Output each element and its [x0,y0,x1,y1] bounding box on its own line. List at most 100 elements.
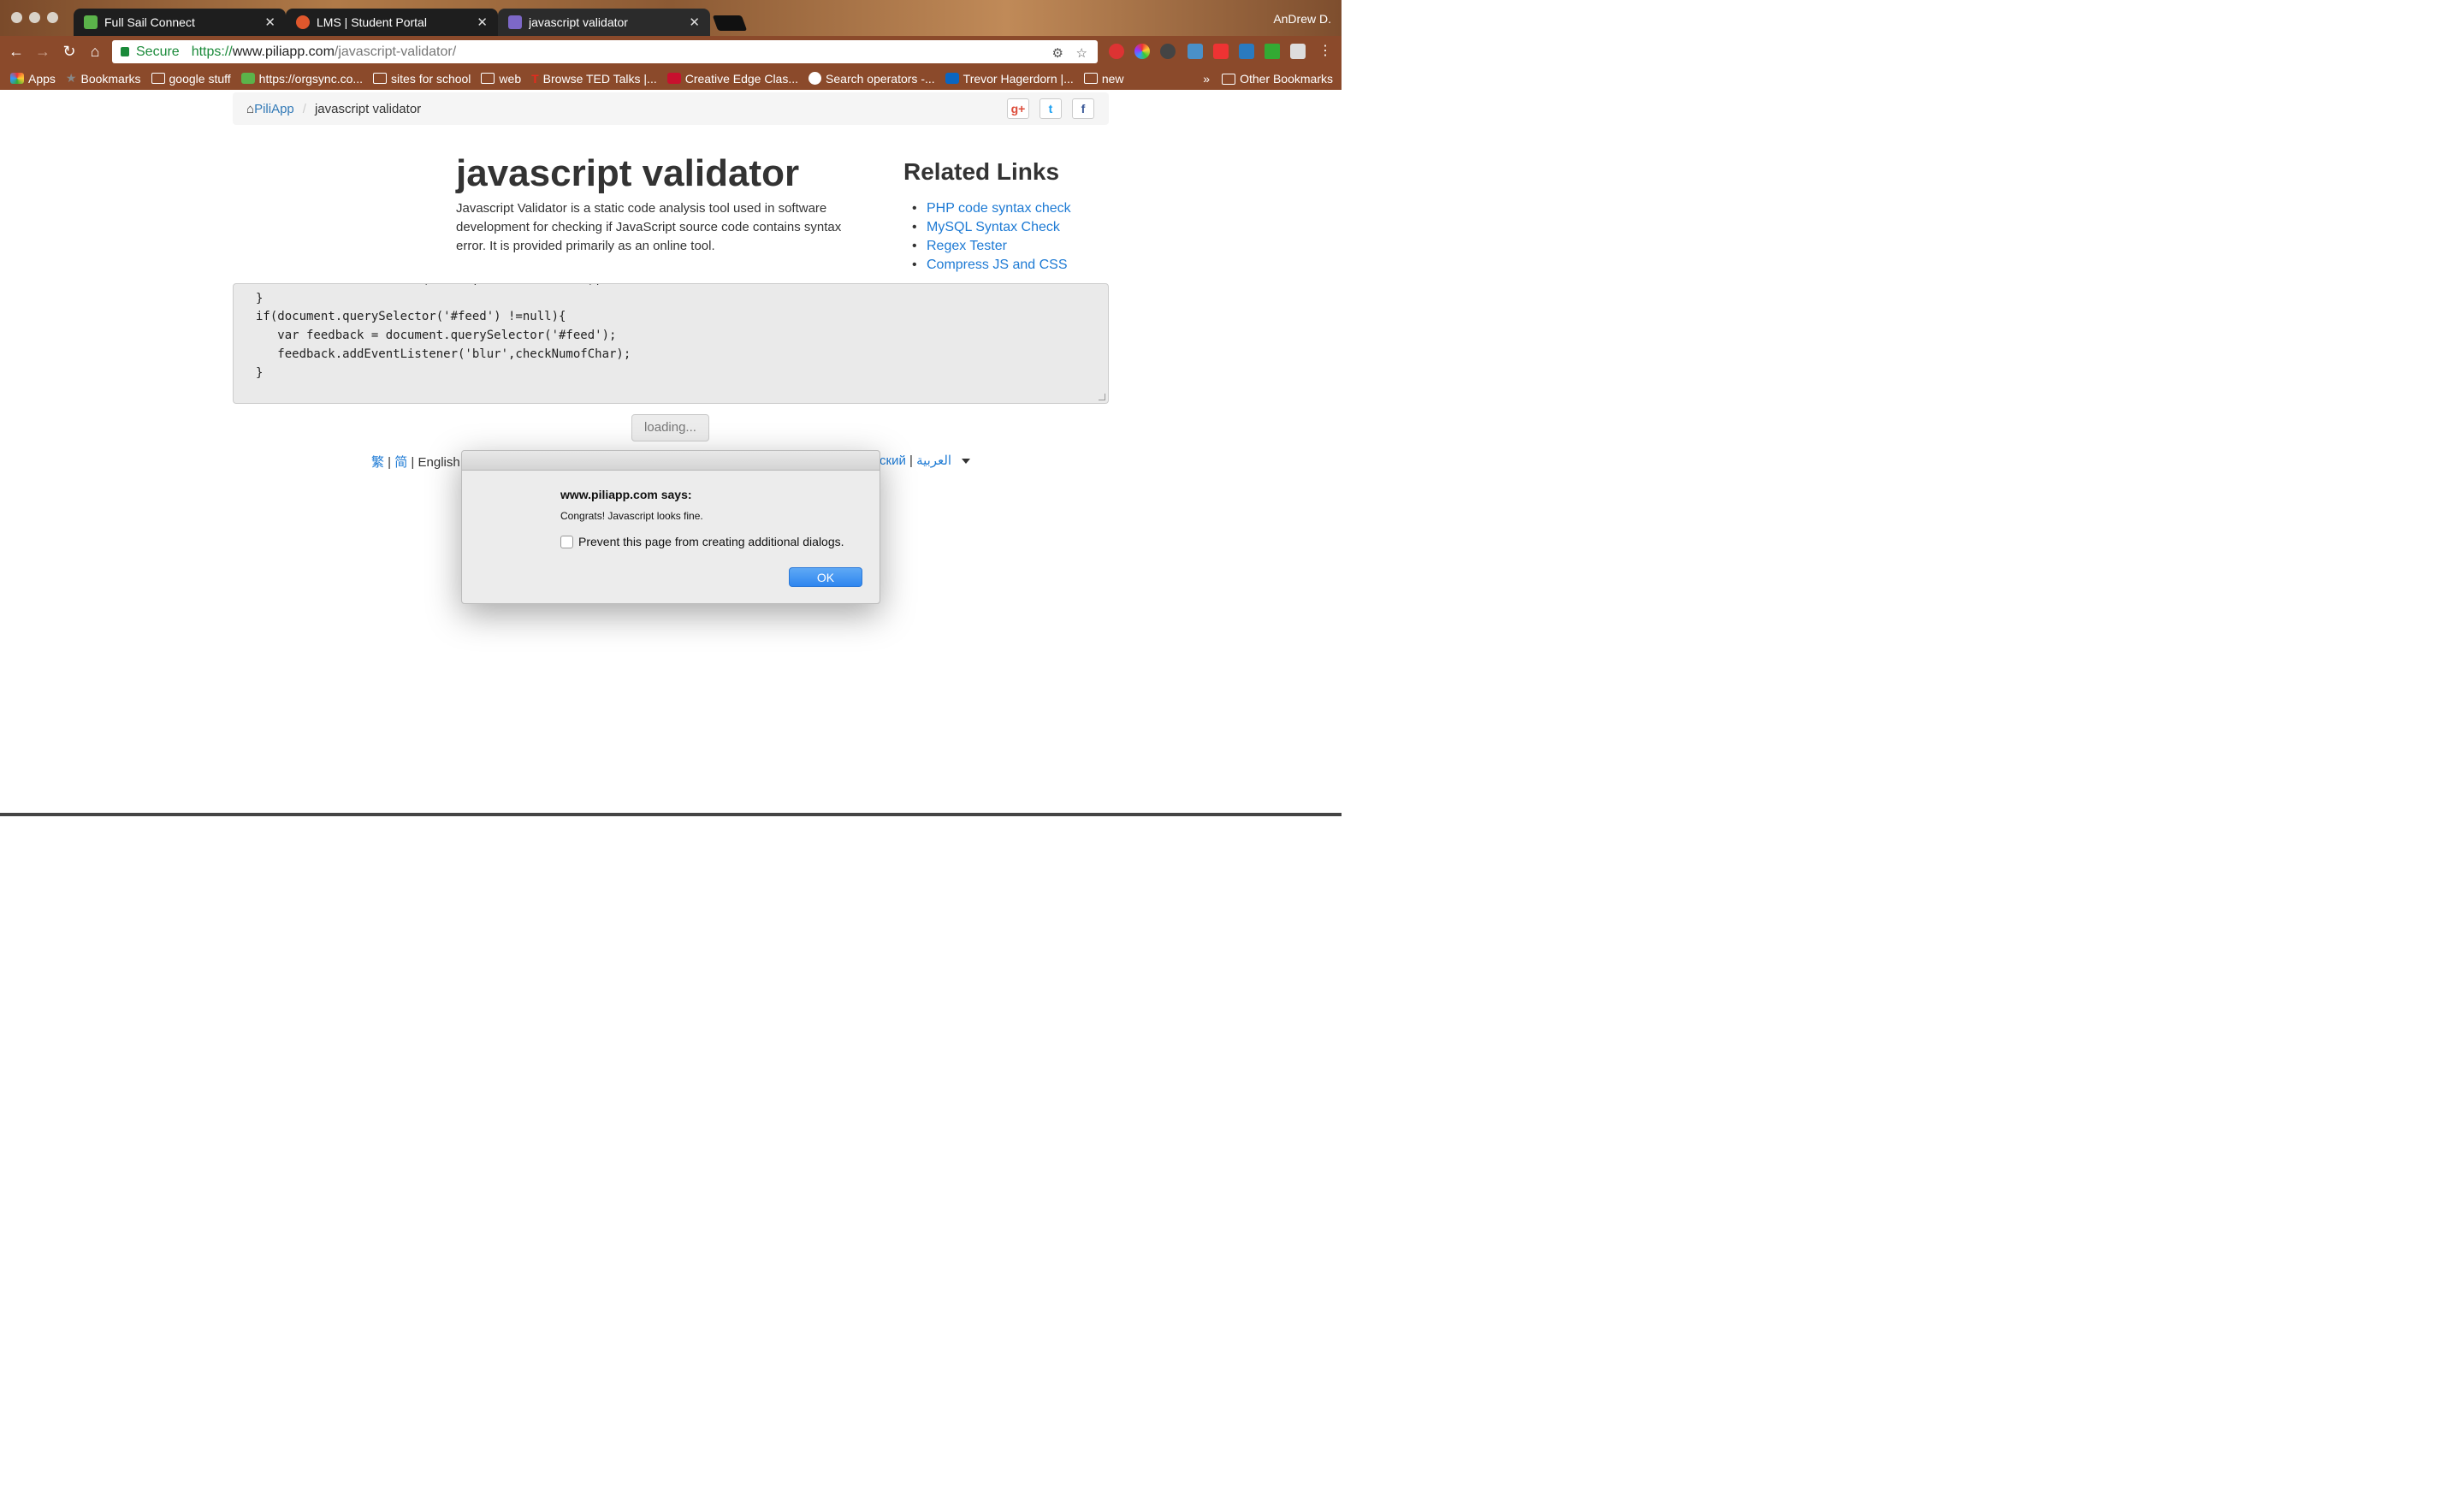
tab-lms-student-portal[interactable]: LMS | Student Portal ✕ [286,9,498,36]
bookmark-orgsync[interactable]: https://orgsync.co... [240,72,363,86]
related-link-item[interactable]: Compress JS and CSS [912,256,1071,275]
google-icon [808,72,822,85]
forward-arrow-icon[interactable]: → [33,42,52,61]
home-icon[interactable]: ⌂ [86,42,104,61]
extension-lastpass-icon[interactable] [1213,44,1229,59]
bookmark-creative-edge[interactable]: Creative Edge Clas... [666,71,799,86]
extension-color-icon[interactable] [1134,44,1150,59]
star-icon: ★ [65,71,77,85]
google-plus-icon[interactable]: g+ [1007,98,1029,119]
url-host: www.piliapp.com [232,44,335,59]
bookmark-trevor-hagerdorn[interactable]: Trevor Hagerdorn |... [945,72,1074,86]
dialog-titlebar [462,451,880,471]
bookmark-star-icon[interactable]: ☆ [1076,45,1087,61]
bookmarks-bar: Apps ★ Bookmarks google stuff https://or… [0,67,1342,90]
lang-traditional-chinese[interactable]: 繁 [371,455,384,470]
related-links-title: Related Links [903,158,1060,185]
home-icon: ⌂ [246,101,255,116]
bookmark-bookmarks[interactable]: ★ Bookmarks [66,71,141,86]
related-link[interactable]: Compress JS and CSS [927,258,1068,272]
bookmark-search-operators[interactable]: Search operators -... [808,72,935,86]
extension-screenshot-icon[interactable] [1188,44,1203,59]
bookmark-label: Creative Edge Clas... [684,71,799,86]
extension-grid-icon[interactable] [1290,44,1306,59]
resize-handle-icon[interactable] [1099,394,1105,400]
prevent-dialogs-checkbox[interactable]: Prevent this page from creating addition… [560,535,844,548]
close-window-button[interactable] [11,12,22,23]
reload-icon[interactable]: ↻ [60,42,79,61]
folder-icon [481,73,495,84]
zoom-window-button[interactable] [47,12,58,23]
bookmark-label: Bookmarks [80,71,141,86]
lms-icon [296,15,310,29]
code-input-textarea[interactable]: name.addEventListener('blur',fullNameche… [233,283,1109,404]
breadcrumb-home[interactable]: ⌂PiliApp [246,102,294,116]
bookmark-label: Browse TED Talks |... [542,71,657,86]
page-title: javascript validator [456,152,800,194]
alert-dialog: www.piliapp.com says: Congrats! Javascri… [461,450,880,604]
extension-adblock-icon[interactable] [1109,44,1124,59]
language-dropdown-caret-icon[interactable] [962,459,970,464]
lock-icon [121,47,129,56]
lang-russian[interactable]: ский [880,453,906,468]
back-arrow-icon[interactable]: ← [7,42,26,61]
checkbox-box[interactable] [560,535,573,548]
tab-javascript-validator[interactable]: javascript validator ✕ [498,9,710,36]
ted-icon: T [531,71,539,86]
lang-simplified-chinese[interactable]: 简 [394,455,407,470]
tab-title: LMS | Student Portal [317,15,427,29]
related-link[interactable]: MySQL Syntax Check [927,220,1060,234]
dialog-heading: www.piliapp.com says: [560,488,692,501]
creative-edge-icon [666,73,681,84]
folder-icon [1222,73,1236,85]
bookmark-ted[interactable]: T Browse TED Talks |... [531,72,657,86]
tab-full-sail-connect[interactable]: Full Sail Connect ✕ [74,9,286,36]
tab-title: Full Sail Connect [104,15,195,29]
breadcrumb-separator: / [302,101,306,116]
url-path: /javascript-validator/ [334,44,457,59]
menu-dots-icon[interactable]: ⋮ [1316,42,1335,61]
close-icon[interactable]: ✕ [477,15,488,30]
related-link-item[interactable]: Regex Tester [912,237,1071,256]
related-link[interactable]: PHP code syntax check [927,201,1071,216]
folder-icon [151,73,165,84]
page-description: Javascript Validator is a static code an… [456,201,842,253]
translate-icon[interactable]: ⚙ [1052,45,1063,61]
new-tab-button[interactable] [712,15,748,31]
code-text[interactable]: name.addEventListener('blur',fullNameche… [256,284,631,382]
bookmark-google-stuff[interactable]: google stuff [151,72,231,86]
full-sail-icon [84,15,98,29]
extension-li-icon[interactable] [1239,44,1254,59]
bookmarks-overflow-chevron-icon[interactable]: » [1203,72,1210,86]
twitter-icon[interactable]: t [1040,98,1062,119]
bookmark-label: sites for school [391,71,471,86]
profile-name[interactable]: AnDrew D. [1273,12,1331,26]
related-link[interactable]: Regex Tester [927,239,1007,253]
minimize-window-button[interactable] [29,12,40,23]
related-links-list: PHP code syntax check MySQL Syntax Check… [912,199,1071,275]
ok-button[interactable]: OK [789,567,862,587]
close-icon[interactable]: ✕ [689,15,700,30]
facebook-icon[interactable]: f [1072,98,1094,119]
extension-dark-icon[interactable] [1160,44,1176,59]
validate-button[interactable]: loading... [631,414,709,441]
checkbox-label: Prevent this page from creating addition… [578,535,844,548]
address-bar[interactable]: Secure https:// www.piliapp.com /javascr… [112,40,1098,63]
related-link-item[interactable]: PHP code syntax check [912,199,1071,218]
dialog-message: Congrats! Javascript looks fine. [560,510,703,522]
bookmark-web[interactable]: web [481,72,521,86]
bookmark-sites-for-school[interactable]: sites for school [373,72,471,86]
bookmark-label: Search operators -... [826,71,935,86]
bookmark-label: Trevor Hagerdorn |... [962,71,1074,86]
bookmark-new[interactable]: new [1083,72,1124,86]
related-link-item[interactable]: MySQL Syntax Check [912,218,1071,237]
bookmark-apps[interactable]: Apps [10,72,56,86]
lang-arabic[interactable]: العربية [916,453,951,468]
window-titlebar: Full Sail Connect ✕ LMS | Student Portal… [0,0,1342,36]
extension-check-icon[interactable] [1265,44,1280,59]
browser-toolbar: ← → ↻ ⌂ Secure https:// www.piliapp.com … [0,36,1342,67]
apps-grid-icon [10,73,24,84]
bookmark-other-bookmarks[interactable]: Other Bookmarks [1222,72,1333,86]
language-selector-left: 繁 | 简 | English [371,455,460,470]
close-icon[interactable]: ✕ [264,15,275,30]
